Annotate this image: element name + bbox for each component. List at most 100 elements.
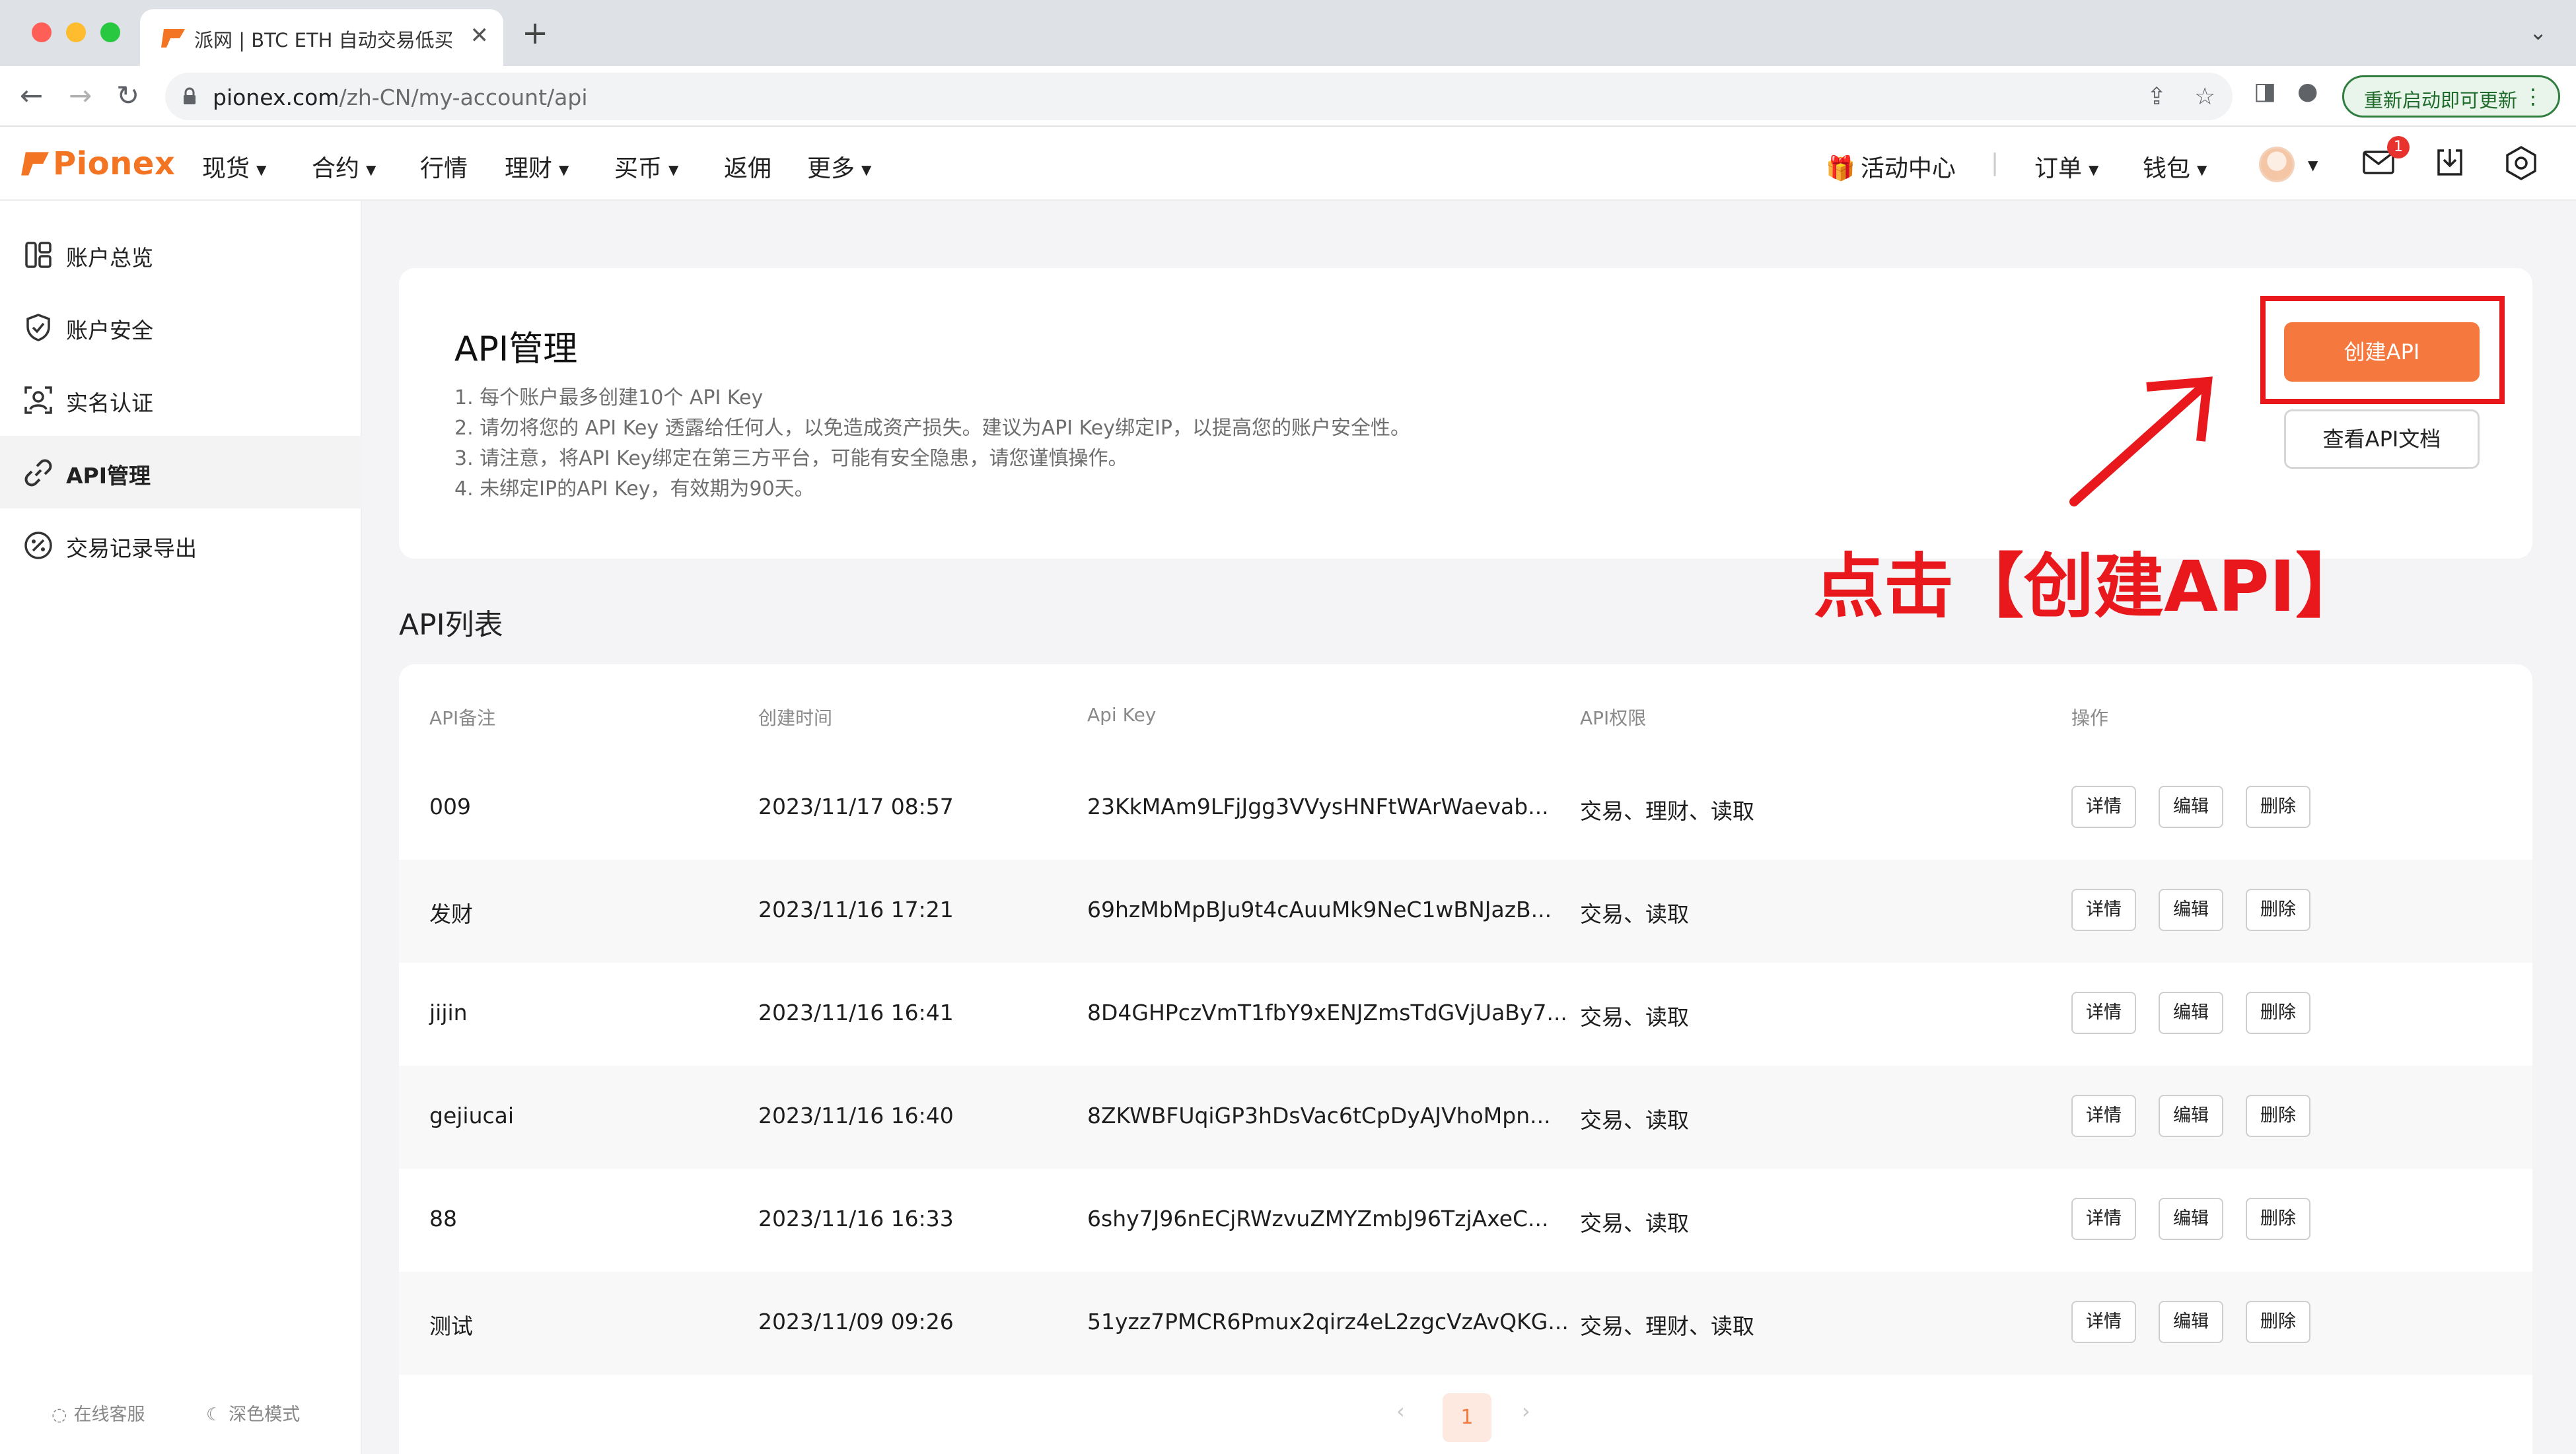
created-time-cell: 2023/11/16 16:41 — [758, 1000, 954, 1025]
nav-more[interactable]: 更多 ▼ — [807, 149, 871, 184]
edit-button[interactable]: 编辑 — [2159, 1301, 2223, 1343]
api-list-title: API列表 — [399, 608, 503, 642]
delete-button[interactable]: 删除 — [2246, 889, 2310, 931]
online-support-link[interactable]: ◌ 在线客服 — [52, 1400, 145, 1426]
api-table: API备注 创建时间 Api Key API权限 操作 009 2023/11/… — [399, 664, 2532, 1454]
edit-button[interactable]: 编辑 — [2159, 1095, 2223, 1137]
created-time-cell: 2023/11/17 08:57 — [758, 794, 954, 819]
api-key-cell: 6shy7J96nECjRWzvuZMYZmbJ96TzjAxeC... — [1087, 1206, 1549, 1231]
edit-button[interactable]: 编辑 — [2159, 786, 2223, 828]
api-note: 1. 每个账户最多创建10个 API Key — [454, 386, 764, 409]
chat-icon: ◌ — [52, 1404, 67, 1425]
column-header: API权限 — [1580, 707, 1647, 729]
nav-futures[interactable]: 合约 ▼ — [312, 149, 376, 184]
wallet-menu[interactable]: 钱包 ▼ — [2143, 149, 2207, 184]
created-time-cell: 2023/11/09 09:26 — [758, 1309, 954, 1334]
prev-page-icon[interactable]: ‹ — [1396, 1399, 1405, 1424]
nav-spot[interactable]: 现货 ▼ — [202, 149, 266, 184]
sidebar-item-export[interactable]: 交易记录导出 — [0, 508, 362, 581]
delete-button[interactable]: 删除 — [2246, 992, 2310, 1034]
nav-buy-crypto[interactable]: 买币 ▼ — [614, 149, 678, 184]
side-panel-icon[interactable]: ◨ — [2254, 78, 2276, 105]
created-time-cell: 2023/11/16 16:40 — [758, 1103, 954, 1128]
forward-arrow-icon[interactable]: → — [69, 79, 92, 112]
close-window-button[interactable] — [32, 22, 52, 42]
caret-down-icon[interactable]: ▼ — [2308, 157, 2318, 173]
view-api-docs-button[interactable]: 查看API文档 — [2284, 409, 2480, 469]
browser-tab[interactable]: 派网 | BTC ETH 自动交易低买高 ✕ — [140, 9, 503, 66]
profile-icon[interactable]: ● — [2297, 78, 2318, 105]
api-key-cell: 8D4GHPczVmT1fbY9xENJZmsTdGVjUaBy7... — [1087, 1000, 1567, 1025]
page-number-current[interactable]: 1 — [1443, 1393, 1491, 1442]
edit-button[interactable]: 编辑 — [2159, 992, 2223, 1034]
api-note: 4. 未绑定IP的API Key，有效期为90天。 — [454, 477, 814, 501]
permissions-cell: 交易、理财、读取 — [1580, 798, 1754, 824]
pionex-favicon-icon — [161, 29, 185, 48]
share-icon[interactable]: ⇪ — [2147, 83, 2166, 110]
dark-mode-toggle[interactable]: ☾ 深色模式 — [206, 1400, 300, 1426]
nav-markets[interactable]: 行情 — [420, 149, 468, 184]
page-title: API管理 — [454, 329, 578, 369]
permissions-cell: 交易、读取 — [1580, 1004, 1689, 1030]
id-verify-icon — [24, 386, 52, 414]
reload-icon[interactable]: ↻ — [116, 79, 139, 112]
annotation-text: 点击【创建API】 — [1814, 546, 2366, 627]
pionex-logo[interactable]: Pionex — [20, 145, 175, 182]
api-notes: 1. 每个账户最多创建10个 API Key 2. 请勿将您的 API Key … — [454, 383, 1410, 504]
nav-earn[interactable]: 理财 ▼ — [505, 149, 569, 184]
created-time-cell: 2023/11/16 16:33 — [758, 1206, 954, 1231]
edit-button[interactable]: 编辑 — [2159, 889, 2223, 931]
gift-icon: 🎁 — [1826, 155, 1855, 182]
table-row: 009 2023/11/17 08:57 23KkMAm9LFjJgg3VVys… — [399, 757, 2532, 860]
delete-button[interactable]: 删除 — [2246, 786, 2310, 828]
api-note-cell: 88 — [429, 1206, 457, 1231]
permissions-cell: 交易、读取 — [1580, 1210, 1689, 1236]
detail-button[interactable]: 详情 — [2071, 786, 2136, 828]
api-note-cell: 测试 — [429, 1313, 473, 1339]
detail-button[interactable]: 详情 — [2071, 1198, 2136, 1240]
back-arrow-icon[interactable]: ← — [20, 79, 43, 112]
user-avatar[interactable] — [2259, 147, 2295, 182]
url-bar[interactable]: pionex.com/zh-CN/my-account/api ⇪ ☆ — [165, 73, 2233, 120]
detail-button[interactable]: 详情 — [2071, 1301, 2136, 1343]
nav-referral[interactable]: 返佣 — [724, 149, 771, 184]
tab-search-chevron-icon[interactable]: ⌄ — [2529, 20, 2547, 45]
header-divider: | — [1991, 149, 1999, 176]
settings-icon[interactable] — [2503, 145, 2539, 181]
column-header: API备注 — [429, 707, 496, 729]
mail-badge: 1 — [2387, 136, 2410, 158]
maximize-window-button[interactable] — [100, 22, 120, 42]
sidebar-item-verification[interactable]: 实名认证 — [0, 363, 362, 436]
bookmark-star-icon[interactable]: ☆ — [2194, 83, 2215, 110]
more-menu-icon[interactable]: ⋮ — [2522, 84, 2544, 109]
detail-button[interactable]: 详情 — [2071, 1095, 2136, 1137]
url-text: pionex.com/zh-CN/my-account/api — [213, 85, 588, 110]
api-note-cell: 发财 — [429, 901, 473, 927]
table-row: jijin 2023/11/16 16:41 8D4GHPczVmT1fbY9x… — [399, 963, 2532, 1066]
sidebar-item-api[interactable]: API管理 — [0, 436, 362, 508]
download-icon[interactable] — [2435, 147, 2465, 178]
link-icon — [24, 459, 52, 487]
dashboard-icon — [25, 242, 52, 268]
pionex-logo-icon — [21, 152, 49, 176]
sidebar-item-overview[interactable]: 账户总览 — [0, 218, 362, 291]
lock-icon — [184, 87, 196, 104]
delete-button[interactable]: 删除 — [2246, 1198, 2310, 1240]
table-row: 发财 2023/11/16 17:21 69hzMbMpBJu9t4cAuuMk… — [399, 860, 2532, 963]
sidebar-item-security[interactable]: 账户安全 — [0, 291, 362, 363]
tab-close-icon[interactable]: ✕ — [470, 22, 489, 49]
detail-button[interactable]: 详情 — [2071, 889, 2136, 931]
next-page-icon[interactable]: › — [1522, 1399, 1530, 1424]
delete-button[interactable]: 删除 — [2246, 1301, 2310, 1343]
new-tab-button[interactable]: + — [522, 15, 548, 52]
shield-icon — [26, 314, 50, 341]
update-chrome-button[interactable]: 重新启动即可更新 ⋮ — [2342, 75, 2560, 118]
moon-icon: ☾ — [206, 1404, 223, 1425]
activity-center-link[interactable]: 🎁 活动中心 — [1826, 149, 1956, 184]
minimize-window-button[interactable] — [66, 22, 86, 42]
orders-menu[interactable]: 订单 ▼ — [2034, 149, 2098, 184]
edit-button[interactable]: 编辑 — [2159, 1198, 2223, 1240]
delete-button[interactable]: 删除 — [2246, 1095, 2310, 1137]
detail-button[interactable]: 详情 — [2071, 992, 2136, 1034]
api-note-cell: jijin — [429, 1000, 468, 1025]
